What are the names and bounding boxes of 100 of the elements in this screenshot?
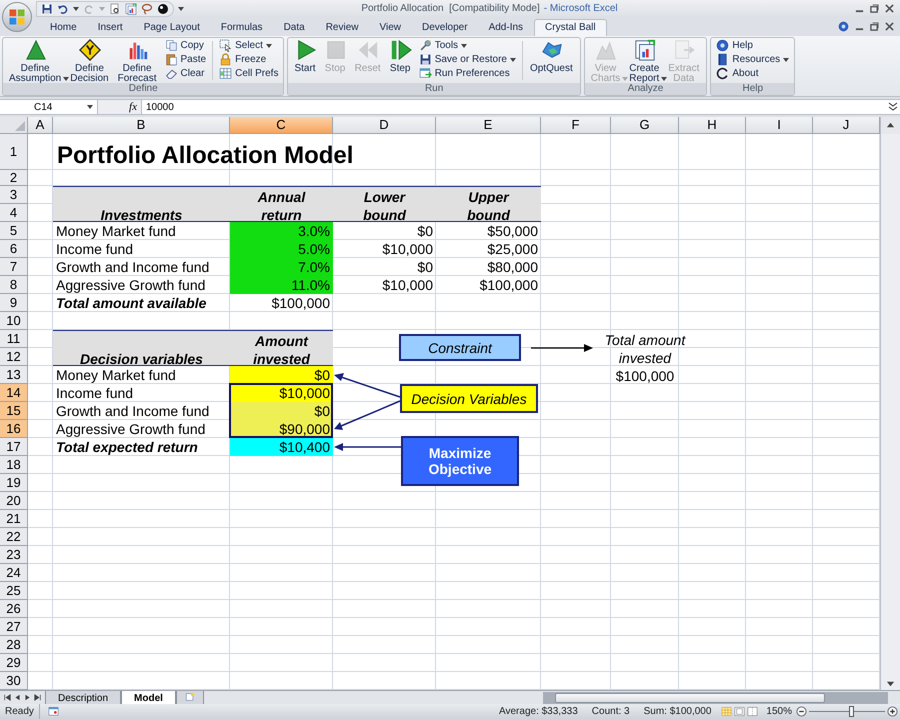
row-header[interactable]: 13 <box>0 366 28 384</box>
column-header[interactable]: G <box>611 117 679 134</box>
row-header[interactable]: 18 <box>0 456 28 474</box>
ribbon-button[interactable]: OptQuest <box>526 38 577 83</box>
ribbon-button[interactable]: Run Preferences <box>418 66 516 81</box>
ribbon-button[interactable]: Freeze <box>219 52 278 67</box>
row-header[interactable]: 7 <box>0 258 28 276</box>
selection-icon <box>219 39 232 52</box>
ribbon-button[interactable]: Copy <box>164 38 206 53</box>
floppy-icon <box>418 53 432 66</box>
row-header[interactable]: 28 <box>0 636 28 654</box>
ribbon-button[interactable]: Step <box>386 38 415 83</box>
column-header[interactable]: D <box>333 117 436 134</box>
ribbon-button[interactable]: Select <box>219 38 278 53</box>
ribbon-tab[interactable]: Home <box>40 18 87 36</box>
status-average: Average: $33,333 <box>499 705 578 719</box>
undo-icon <box>57 2 69 15</box>
ribbon-tab[interactable]: Data <box>274 18 315 36</box>
ribbon-button[interactable]: Resources <box>716 52 790 67</box>
group-label: Analyze <box>584 82 706 95</box>
row-header[interactable]: 16 <box>0 420 28 438</box>
column-header[interactable]: I <box>746 117 813 134</box>
row-header[interactable]: 1 <box>0 134 28 170</box>
next-sheet-icon <box>24 694 31 701</box>
page-break-icon <box>747 706 758 717</box>
sheet-title: Portfolio Allocation Model <box>56 141 354 170</box>
page-layout-icon <box>734 706 746 717</box>
ribbon-button[interactable]: Define Decision <box>67 38 113 83</box>
row-header[interactable]: 3 <box>0 186 28 204</box>
ribbon-tab[interactable]: Review <box>316 18 368 36</box>
ribbon-tab[interactable]: Page Layout <box>134 18 210 36</box>
row-header[interactable]: 14 <box>0 384 28 402</box>
ribbon-button[interactable]: Clear <box>164 66 206 81</box>
sheet-cell: invested <box>230 348 333 366</box>
column-header[interactable]: J <box>813 117 880 134</box>
ribbon-button[interactable]: Help <box>716 38 790 53</box>
row-header[interactable]: 21 <box>0 510 28 528</box>
ribbon-button[interactable]: Define Assumption <box>6 38 66 83</box>
row-header[interactable]: 11 <box>0 330 28 348</box>
row-header[interactable]: 17 <box>0 438 28 456</box>
formula-input[interactable]: 10000 <box>142 100 888 114</box>
column-header[interactable]: H <box>679 117 746 134</box>
row-header[interactable]: 9 <box>0 294 28 312</box>
sheet-cell: Upper <box>436 186 541 204</box>
ribbon-tab[interactable]: Insert <box>88 18 133 36</box>
row-header[interactable]: 27 <box>0 618 28 636</box>
sheet-cell: Annual <box>230 186 333 204</box>
ribbon-tab[interactable]: Add-Ins <box>478 18 534 36</box>
sheet-cell-text: Income fund <box>55 240 134 258</box>
sheet-tab[interactable]: Description <box>45 690 122 704</box>
ribbon-button[interactable]: About <box>716 66 790 81</box>
column-header[interactable]: A <box>28 117 53 134</box>
row-header[interactable]: 10 <box>0 312 28 330</box>
insert-sheet-button[interactable] <box>176 690 204 704</box>
horizontal-scrollbar[interactable] <box>543 692 888 704</box>
lasso-icon <box>141 2 153 15</box>
column-header[interactable]: E <box>436 117 541 134</box>
row-header[interactable]: 25 <box>0 582 28 600</box>
column-header[interactable]: C <box>230 117 333 134</box>
help-icon <box>838 21 849 32</box>
row-header[interactable]: 12 <box>0 348 28 366</box>
caret-icon <box>99 6 105 11</box>
zoom-slider[interactable] <box>809 706 885 717</box>
row-header[interactable]: 2 <box>0 170 28 186</box>
row-header[interactable]: 5 <box>0 222 28 240</box>
ribbon-button[interactable]: Create Report <box>626 38 664 83</box>
sheet-tab[interactable]: Model <box>121 690 176 704</box>
ribbon-tab[interactable]: Developer <box>412 18 478 36</box>
row-header[interactable]: 24 <box>0 564 28 582</box>
row-header[interactable]: 6 <box>0 240 28 258</box>
ribbon-button[interactable]: Start <box>291 38 320 83</box>
row-header[interactable]: 4 <box>0 204 28 222</box>
ribbon-button[interactable]: Define Forecast <box>114 38 161 83</box>
ribbon-button[interactable]: Paste <box>164 52 206 67</box>
row-header[interactable]: 20 <box>0 492 28 510</box>
ribbon-button[interactable]: Cell Prefs <box>219 66 278 81</box>
vertical-scrollbar[interactable] <box>880 134 900 690</box>
row-header[interactable]: 15 <box>0 402 28 420</box>
row-header[interactable]: 19 <box>0 474 28 492</box>
caret-icon <box>87 105 93 109</box>
row-header[interactable]: 8 <box>0 276 28 294</box>
ribbon-tab[interactable]: Formulas <box>210 18 273 36</box>
row-header[interactable]: 23 <box>0 546 28 564</box>
sheet-cell-text: $0 <box>416 222 434 240</box>
callout-box: Maximize Objective <box>401 436 519 486</box>
ribbon-button[interactable]: Tools <box>418 38 516 53</box>
caret-icon <box>178 6 184 11</box>
ribbon-tab[interactable]: View <box>369 18 411 36</box>
column-header[interactable]: F <box>541 117 611 134</box>
row-header[interactable]: 22 <box>0 528 28 546</box>
ribbon-button[interactable]: Save or Restore <box>418 52 516 67</box>
sheet-cell: bound <box>436 204 541 222</box>
zoom-thumb[interactable] <box>849 706 854 717</box>
row-header[interactable]: 29 <box>0 654 28 672</box>
column-header[interactable]: B <box>53 117 230 134</box>
select-all-button[interactable] <box>0 117 28 134</box>
ribbon-tab[interactable]: Crystal Ball <box>534 18 607 36</box>
row-header[interactable]: 26 <box>0 600 28 618</box>
row-header[interactable]: 30 <box>0 672 28 690</box>
new-sheet-icon <box>184 692 195 702</box>
